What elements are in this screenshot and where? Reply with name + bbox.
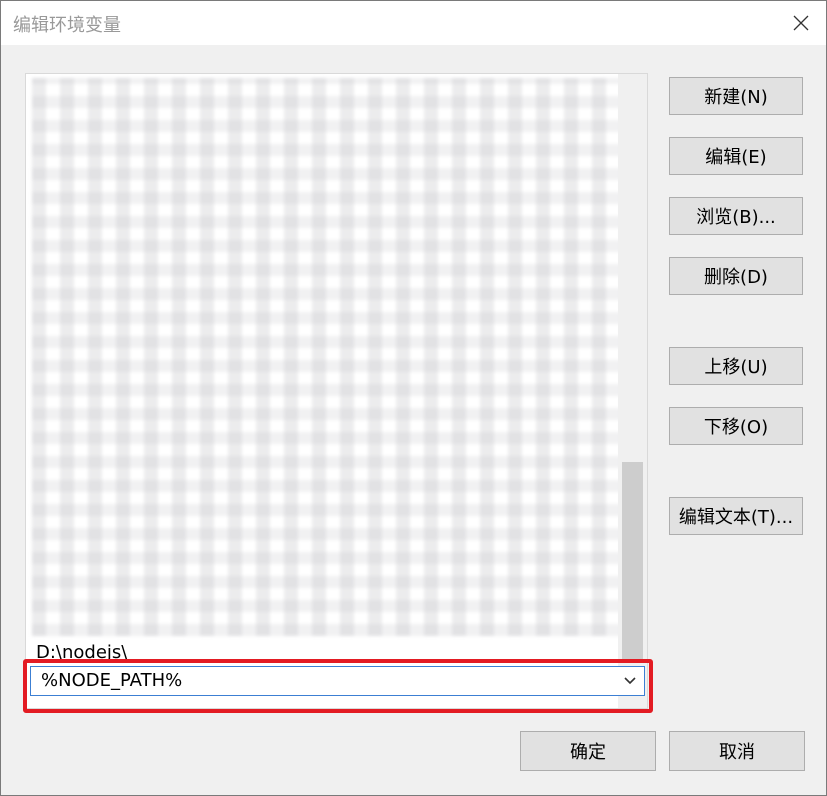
cancel-button[interactable]: 取消 [669, 731, 805, 771]
list-item-edit-value: %NODE_PATH% [41, 670, 183, 691]
move-up-button[interactable]: 上移(U) [669, 347, 803, 385]
scrollbar-thumb[interactable] [622, 462, 643, 662]
list-scrollbar[interactable] [618, 74, 647, 708]
title-bar: 编辑环境变量 [1, 1, 826, 45]
new-button[interactable]: 新建(N) [669, 77, 803, 115]
edit-text-button[interactable]: 编辑文本(T)... [669, 497, 803, 535]
dialog-title: 编辑环境变量 [13, 15, 121, 36]
close-button[interactable] [789, 11, 813, 35]
path-list[interactable]: D:\nodejs\ %NODE_PATH% [25, 73, 648, 709]
ok-button[interactable]: 确定 [520, 731, 656, 771]
dropdown-button[interactable] [618, 669, 642, 693]
list-item[interactable]: D:\nodejs\ [36, 640, 127, 666]
chevron-down-icon [624, 677, 636, 685]
move-down-button[interactable]: 下移(O) [669, 407, 803, 445]
edit-env-variable-dialog: 编辑环境变量 D:\nodejs\ %NODE_PATH% 新建(N) 编辑(E… [0, 0, 827, 796]
delete-button[interactable]: 删除(D) [669, 257, 803, 295]
browse-button[interactable]: 浏览(B)... [669, 197, 803, 235]
list-item-edit-field[interactable]: %NODE_PATH% [30, 666, 645, 696]
blurred-path-entries [32, 78, 622, 636]
close-icon [793, 15, 809, 31]
edit-button[interactable]: 编辑(E) [669, 137, 803, 175]
